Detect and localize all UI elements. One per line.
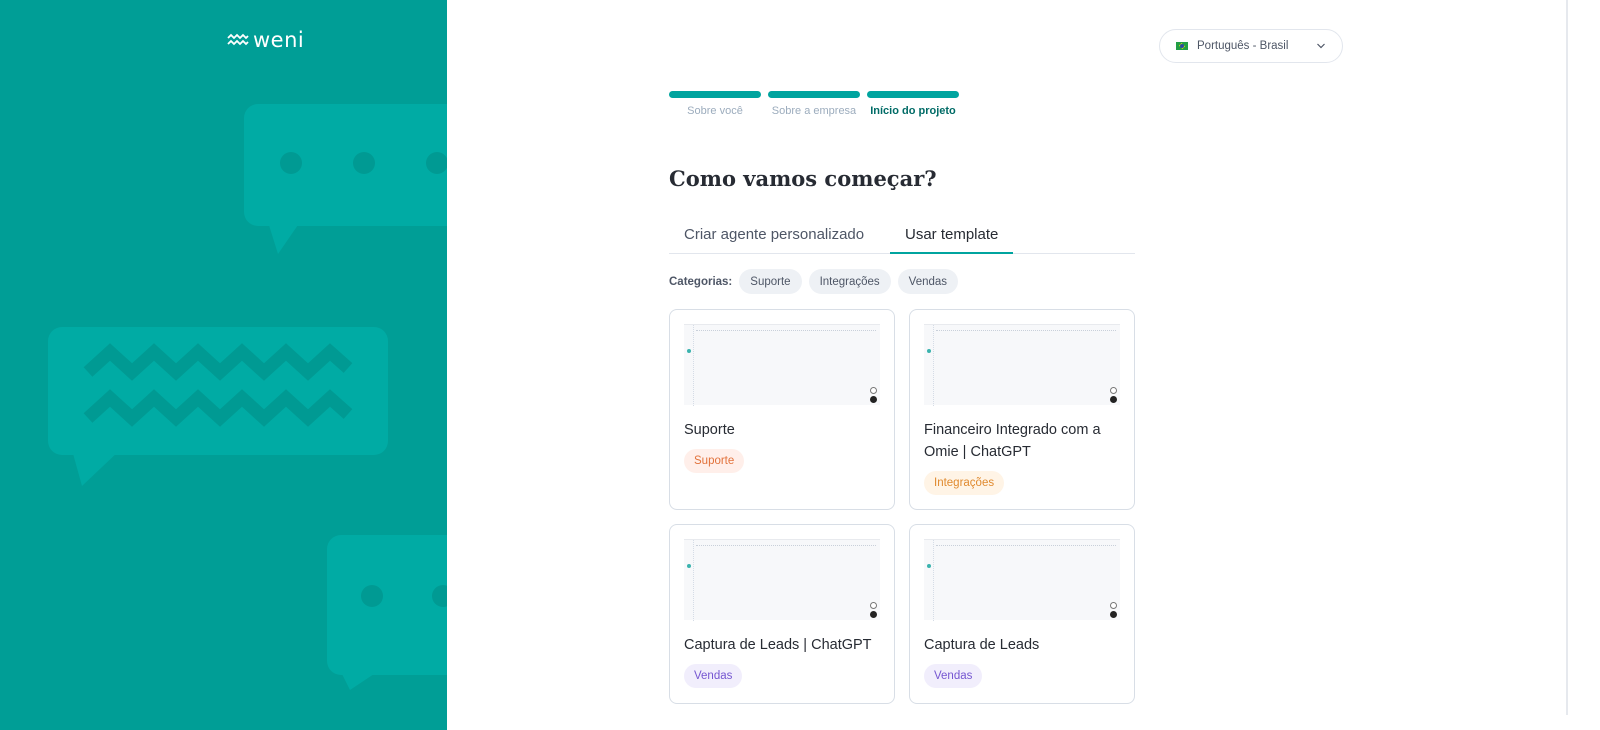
- template-tag: Suporte: [684, 449, 745, 473]
- template-tag: Vendas: [684, 664, 743, 688]
- tab-usar-template[interactable]: Usar template: [890, 222, 1013, 254]
- template-tag: Integrações: [924, 471, 1005, 495]
- category-chip-integracoes[interactable]: Integrações: [808, 269, 891, 294]
- step-label: Início do projeto: [870, 105, 956, 117]
- step-bar: [768, 91, 860, 98]
- language-label: Português - Brasil: [1197, 40, 1289, 52]
- step-bar: [867, 91, 959, 98]
- tab-bar: Criar agente personalizado Usar template: [669, 222, 1135, 254]
- step-label: Sobre você: [687, 105, 743, 117]
- template-card[interactable]: Captura de Leads Vendas: [909, 524, 1135, 704]
- template-card[interactable]: Suporte Suporte: [669, 309, 895, 510]
- brand-panel: weni: [0, 0, 447, 730]
- chat-bubbles-illustration: [48, 104, 447, 690]
- template-title: Captura de Leads: [924, 637, 1040, 653]
- category-chip-suporte[interactable]: Suporte: [739, 269, 802, 294]
- step-bar: [669, 91, 761, 98]
- template-title: Captura de Leads | ChatGPT: [684, 637, 872, 653]
- template-preview-thumbnail: [684, 324, 880, 406]
- tab-criar-agente[interactable]: Criar agente personalizado: [669, 222, 879, 254]
- weni-logo[interactable]: weni: [227, 29, 304, 51]
- page-title: Como vamos começar?: [669, 166, 937, 191]
- template-title: Suporte: [684, 422, 735, 438]
- template-preview-thumbnail: [684, 539, 880, 621]
- step-sobre-empresa: Sobre a empresa: [768, 91, 860, 117]
- progress-steps: Sobre você Sobre a empresa Início do pro…: [669, 91, 959, 117]
- category-chip-vendas[interactable]: Vendas: [897, 269, 959, 294]
- step-label: Sobre a empresa: [771, 105, 857, 117]
- language-select[interactable]: Português - Brasil: [1159, 29, 1343, 63]
- step-sobre-voce: Sobre você: [669, 91, 761, 117]
- brazil-flag-icon: [1176, 42, 1188, 50]
- template-card[interactable]: Captura de Leads | ChatGPT Vendas: [669, 524, 895, 704]
- template-card[interactable]: Financeiro Integrado com a Omie | ChatGP…: [909, 309, 1135, 510]
- page-scrollbar[interactable]: [1566, 0, 1568, 715]
- weni-waves-icon: [227, 33, 249, 46]
- template-preview-thumbnail: [924, 539, 1120, 621]
- category-filter: Categorias: Suporte Integrações Vendas: [669, 269, 965, 294]
- template-preview-thumbnail: [924, 324, 1120, 406]
- template-tag: Vendas: [924, 664, 983, 688]
- template-title: Financeiro Integrado com a Omie | ChatGP…: [924, 422, 1101, 460]
- brand-name: weni: [253, 28, 305, 52]
- categories-label: Categorias:: [669, 275, 733, 288]
- chevron-down-icon: [1317, 43, 1325, 49]
- step-inicio-projeto: Início do projeto: [867, 91, 959, 117]
